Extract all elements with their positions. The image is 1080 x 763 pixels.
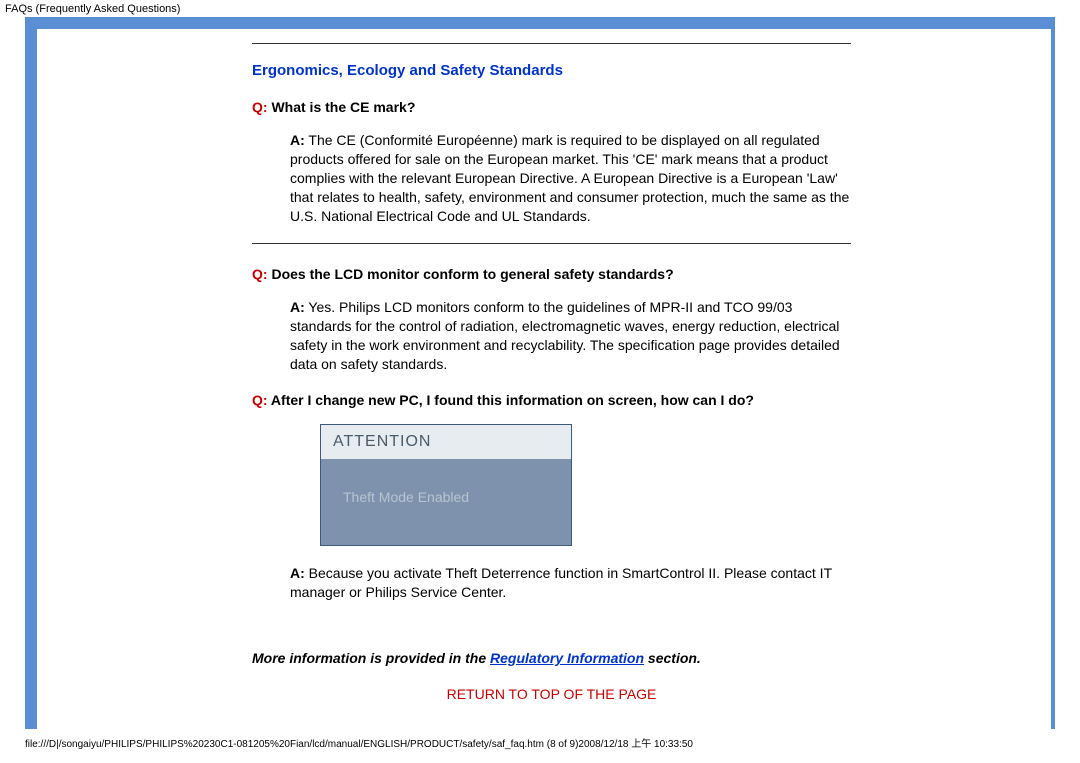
mid-divider <box>252 243 851 244</box>
faq1-answer-text: The CE (Conformité Européenne) mark is r… <box>290 132 849 224</box>
faq1-question-text: What is the CE mark? <box>268 99 416 115</box>
attention-box-wrap: ATTENTION Theft Mode Enabled <box>320 424 851 546</box>
a-prefix: A: <box>290 565 305 581</box>
a-prefix: A: <box>290 132 305 148</box>
content-area: Ergonomics, Ecology and Safety Standards… <box>252 29 851 722</box>
faq1-question: Q: What is the CE mark? <box>252 99 851 115</box>
attention-body: Theft Mode Enabled <box>321 459 571 545</box>
more-info-after: section. <box>644 650 701 666</box>
faq3-answer: A: Because you activate Theft Deterrence… <box>290 564 851 602</box>
footer-file-path: file:///D|/songaiyu/PHILIPS/PHILIPS%2023… <box>0 729 1080 762</box>
return-to-top-wrap: RETURN TO TOP OF THE PAGE <box>252 686 851 702</box>
faq2-answer-text: Yes. Philips LCD monitors conform to the… <box>290 299 840 372</box>
section-heading: Ergonomics, Ecology and Safety Standards <box>252 62 851 79</box>
top-divider <box>252 43 851 44</box>
more-info-before: More information is provided in the <box>252 650 490 666</box>
more-info-line: More information is provided in the Regu… <box>252 650 851 666</box>
return-to-top-link[interactable]: RETURN TO TOP OF THE PAGE <box>447 686 657 702</box>
faq2-question: Q: Does the LCD monitor conform to gener… <box>252 266 851 282</box>
a-prefix: A: <box>290 299 305 315</box>
faq2-question-text: Does the LCD monitor conform to general … <box>268 266 674 282</box>
attention-title: ATTENTION <box>321 425 571 459</box>
q-prefix: Q: <box>252 266 268 282</box>
attention-dialog: ATTENTION Theft Mode Enabled <box>320 424 572 546</box>
faq3-question-text: After I change new PC, I found this info… <box>268 392 754 408</box>
faq1-answer: A: The CE (Conformité Européenne) mark i… <box>290 131 851 225</box>
q-prefix: Q: <box>252 392 268 408</box>
page-header-title: FAQs (Frequently Asked Questions) <box>0 0 1080 17</box>
faq2-answer: A: Yes. Philips LCD monitors conform to … <box>290 298 851 374</box>
regulatory-info-link[interactable]: Regulatory Information <box>490 650 644 666</box>
q-prefix: Q: <box>252 99 268 115</box>
document-frame: Ergonomics, Ecology and Safety Standards… <box>25 17 1055 729</box>
faq3-answer-text: Because you activate Theft Deterrence fu… <box>290 565 832 600</box>
faq3-question: Q: After I change new PC, I found this i… <box>252 392 851 408</box>
